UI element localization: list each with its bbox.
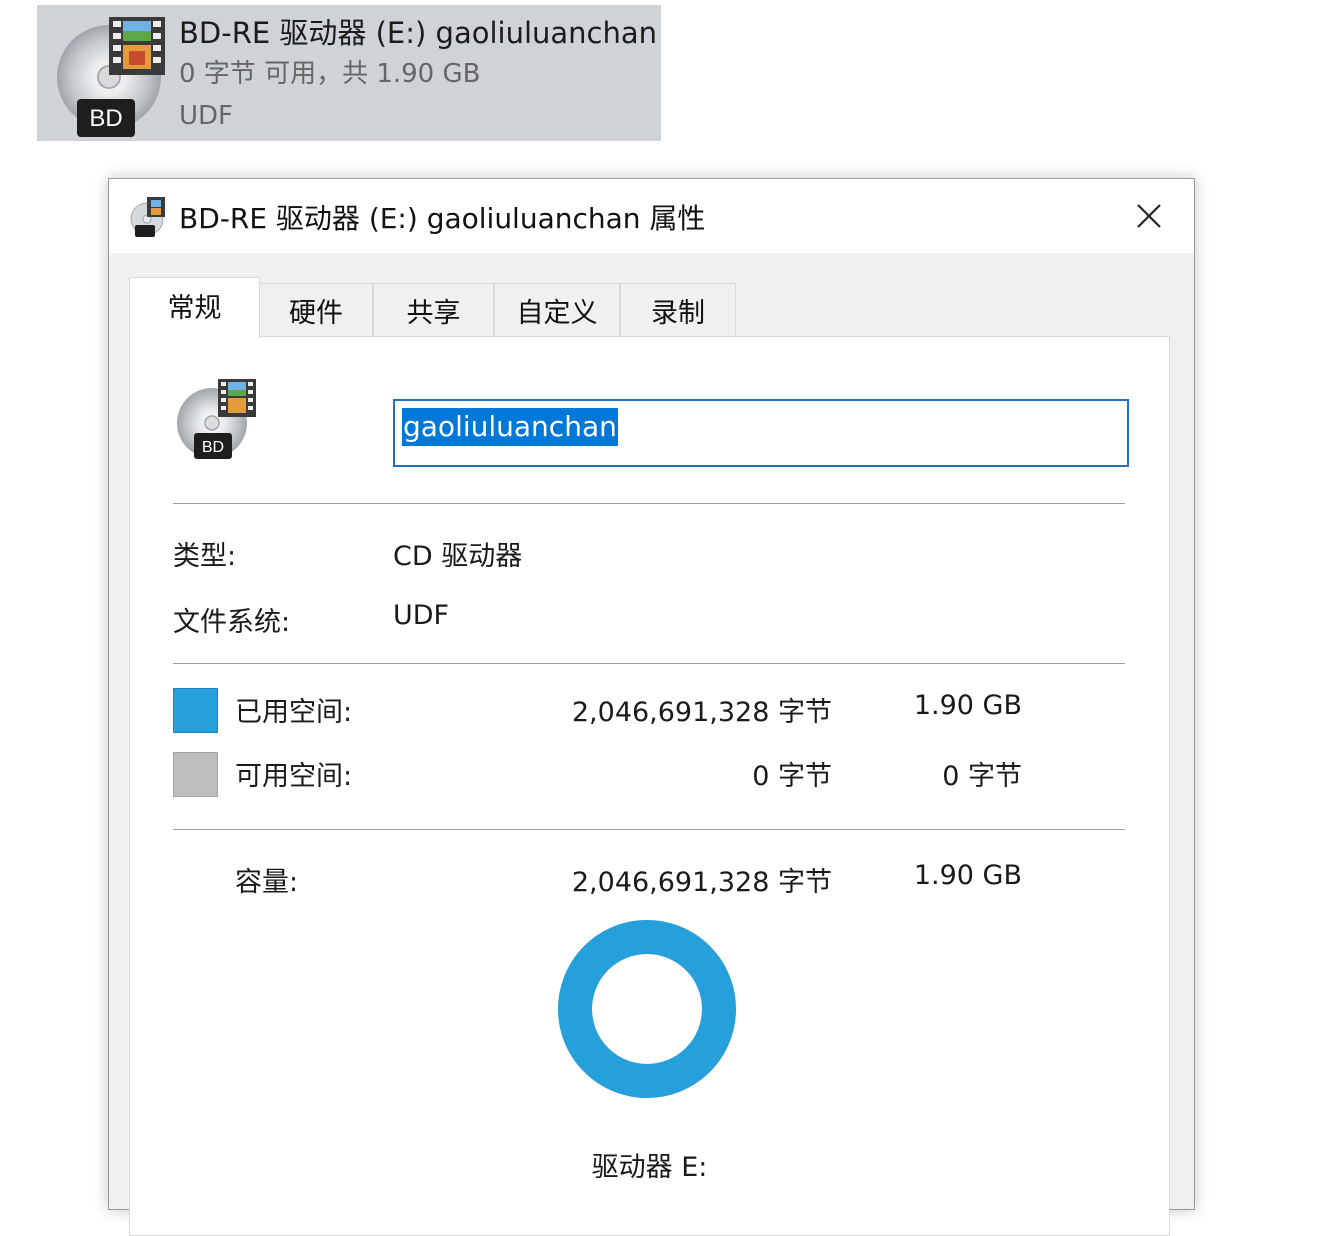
type-value: CD 驱动器 [393,541,523,572]
general-panel: BD gaoliuluanchan 类型: CD 驱动器 文件系统: UDF 已… [129,336,1170,1236]
capacity-bytes: 2,046,691,328 字节 [571,867,832,898]
separator [173,829,1125,830]
volume-name-input[interactable]: gaoliuluanchan [393,399,1129,467]
volume-name-text: gaoliuluanchan [402,408,618,446]
drive-free-space: 0 字节 可用，共 1.90 GB [179,59,481,89]
dialog-title: BD-RE 驱动器 (E:) gaoliuluanchan 属性 [179,202,706,235]
used-space-label: 已用空间: [235,697,353,728]
bd-disc-small-icon [130,197,165,237]
drive-label: 驱动器 E: [591,1152,708,1183]
capacity-size: 1.90 GB [913,860,1022,891]
drive-tile[interactable]: BD BD-RE 驱动器 (E:) gaoliuluanchan 0 字节 可用… [37,5,661,141]
usage-donut-chart [558,920,736,1098]
title-bar[interactable]: BD-RE 驱动器 (E:) gaoliuluanchan 属性 [109,179,1194,253]
separator [173,663,1125,664]
used-space-arc [558,920,736,1098]
tab-hardware[interactable]: 硬件 [259,283,373,337]
bd-disc-icon: BD [177,379,256,459]
tab-general[interactable]: 常规 [129,277,260,338]
svg-text:BD: BD [202,439,224,456]
tab-customize[interactable]: 自定义 [494,283,620,337]
used-space-size: 1.90 GB [913,690,1022,721]
free-space-label: 可用空间: [235,761,353,792]
free-space-bytes: 0 字节 [752,761,832,792]
drive-name: BD-RE 驱动器 (E:) gaoliuluanchan [179,16,658,50]
tab-recording[interactable]: 录制 [620,283,736,337]
filesystem-label: 文件系统: [173,607,291,638]
dialog-client: 常规 硬件 共享 自定义 录制 BD gaoliuluanchan 类型: CD… [109,253,1194,1236]
filesystem-value: UDF [393,600,450,631]
bd-disc-icon: BD [57,17,165,137]
close-icon [1137,204,1161,228]
svg-text:BD: BD [89,105,122,132]
tab-sharing[interactable]: 共享 [373,283,494,337]
free-space-size: 0 字节 [942,761,1022,792]
used-space-swatch [173,688,218,733]
capacity-label: 容量: [235,867,299,898]
separator [173,503,1125,504]
free-space-swatch [173,752,218,797]
close-button[interactable] [1104,179,1194,253]
type-label: 类型: [173,541,237,572]
used-space-bytes: 2,046,691,328 字节 [571,697,832,728]
drive-filesystem: UDF [179,101,234,131]
properties-dialog: BD-RE 驱动器 (E:) gaoliuluanchan 属性 常规 硬件 共… [108,178,1195,1236]
